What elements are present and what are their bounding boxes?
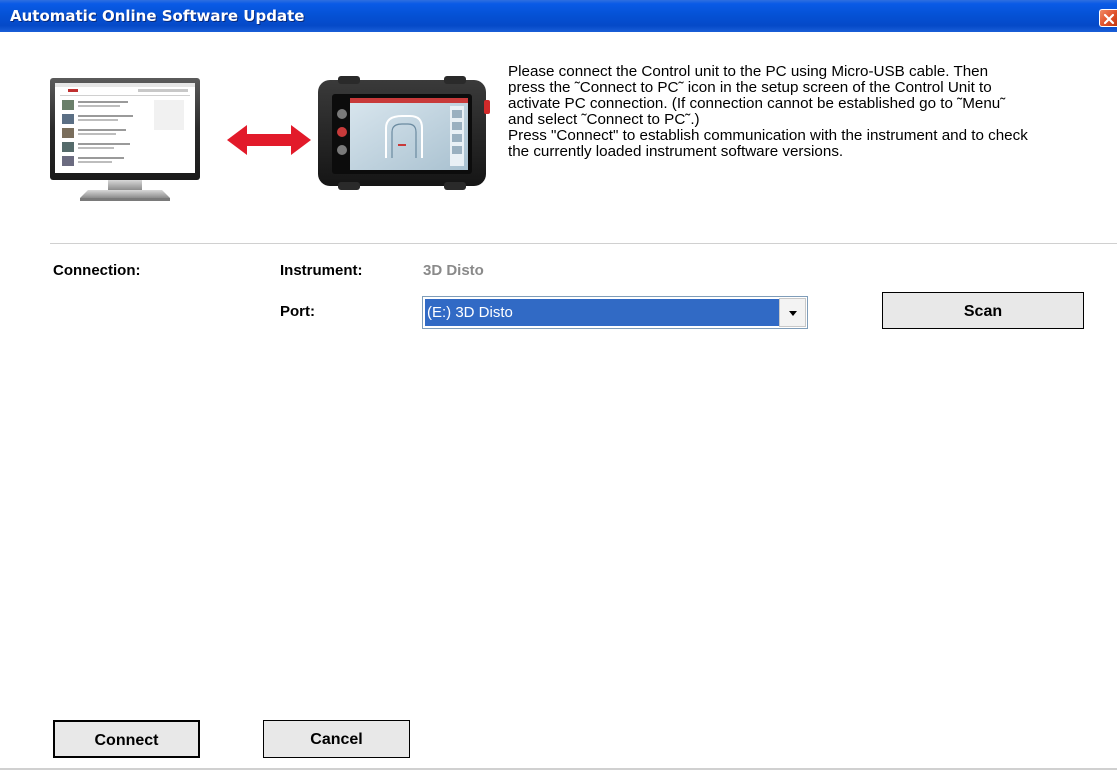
- control-unit-illustration: [318, 76, 490, 190]
- close-icon: [1103, 13, 1115, 25]
- instrument-value: 3D Disto: [423, 262, 484, 279]
- pc-monitor-illustration: [50, 78, 200, 201]
- chevron-down-icon: [789, 311, 797, 316]
- connection-instructions: Please connect the Control unit to the P…: [508, 64, 1117, 160]
- port-label: Port:: [280, 303, 315, 320]
- window-titlebar: Automatic Online Software Update: [0, 0, 1117, 32]
- scan-button[interactable]: Scan: [882, 292, 1084, 329]
- port-selected-value: (E:) 3D Disto: [425, 299, 779, 326]
- instrument-label: Instrument:: [280, 262, 363, 279]
- port-dropdown-button[interactable]: [779, 298, 806, 327]
- connection-section-label: Connection:: [53, 262, 141, 279]
- instruction-line: the currently loaded instrument software…: [508, 143, 844, 160]
- cancel-button[interactable]: Cancel: [263, 720, 410, 758]
- instruction-line: activate PC connection. (If connection c…: [508, 95, 1006, 112]
- instruction-line: Press "Connect" to establish communicati…: [508, 127, 1028, 144]
- instruction-line: and select ˜Connect to PC˜.): [508, 111, 700, 128]
- instruction-line: Please connect the Control unit to the P…: [508, 63, 989, 80]
- double-arrow-icon: [227, 125, 311, 155]
- connect-button[interactable]: Connect: [53, 720, 200, 758]
- port-select[interactable]: (E:) 3D Disto: [422, 296, 808, 329]
- window-title: Automatic Online Software Update: [10, 7, 305, 25]
- close-button[interactable]: [1099, 9, 1117, 27]
- section-divider: [50, 243, 1117, 244]
- instruction-line: press the ˜Connect to PC˜ icon in the se…: [508, 79, 992, 96]
